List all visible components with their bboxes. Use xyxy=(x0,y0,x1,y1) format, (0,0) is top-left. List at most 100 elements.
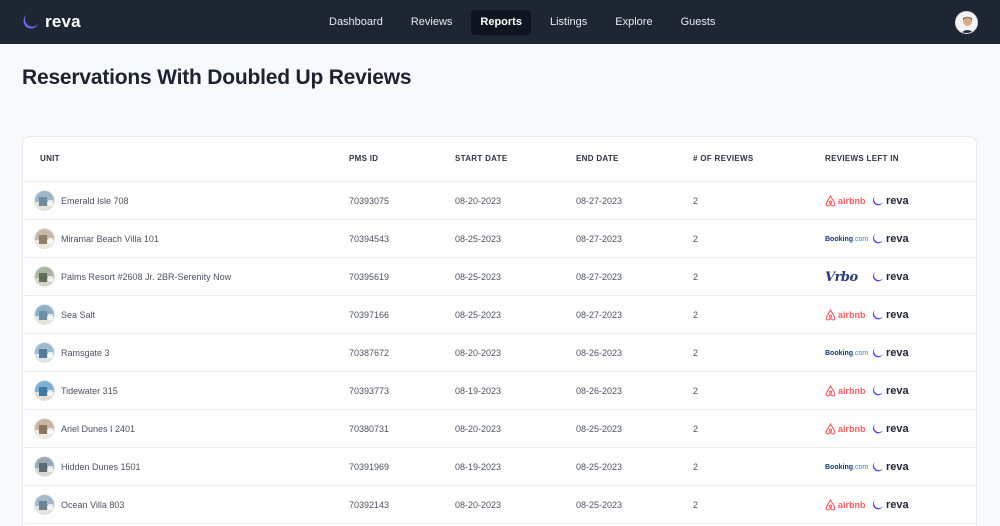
end-date: 08-26-2023 xyxy=(576,348,623,358)
top-navigation-bar: reva Dashboard Reviews Reports Listings … xyxy=(0,0,1000,44)
reva-logo: reva xyxy=(872,269,909,285)
start-date: 08-20-2023 xyxy=(455,500,502,510)
start-date: 08-19-2023 xyxy=(455,462,502,472)
end-date: 08-25-2023 xyxy=(576,500,623,510)
review-count: 2 xyxy=(693,386,699,396)
reva-logo: reva xyxy=(872,193,909,209)
unit-thumbnail xyxy=(34,456,55,477)
unit-thumbnail xyxy=(34,494,55,515)
table-header: UNIT PMS ID START DATE END DATE # OF REV… xyxy=(23,137,976,182)
pms-id: 70394543 xyxy=(349,234,390,244)
nav-guests[interactable]: Guests xyxy=(672,10,725,35)
start-date: 08-25-2023 xyxy=(455,234,502,244)
pms-id: 70393075 xyxy=(349,196,390,206)
column-header-num-reviews: # OF REVIEWS xyxy=(693,154,754,163)
table-row[interactable]: Miramar Beach Villa 101 70394543 08-25-202… xyxy=(23,220,976,258)
review-count: 2 xyxy=(693,310,699,320)
unit-thumbnail xyxy=(34,380,55,401)
column-header-start-date: START DATE xyxy=(455,154,508,163)
start-date: 08-20-2023 xyxy=(455,196,502,206)
pms-id: 70380731 xyxy=(349,424,390,434)
pms-id: 70393773 xyxy=(349,386,390,396)
review-count: 2 xyxy=(693,272,699,282)
end-date: 08-25-2023 xyxy=(576,424,623,434)
column-header-pms-id: PMS ID xyxy=(349,154,379,163)
nav-explore[interactable]: Explore xyxy=(606,10,661,35)
reva-logo-icon xyxy=(23,14,39,29)
unit-thumbnail xyxy=(34,342,55,363)
end-date: 08-27-2023 xyxy=(576,272,623,282)
reva-logo: reva xyxy=(872,497,909,513)
table-row[interactable]: Tidewater 315 70393773 08-19-2023 08-26-202… xyxy=(23,372,976,410)
unit-name: Emerald Isle 708 xyxy=(61,196,129,206)
pms-id: 70391969 xyxy=(349,462,390,472)
unit-name: Ariel Dunes I 2401 xyxy=(61,424,136,434)
unit-thumbnail xyxy=(34,228,55,249)
table-row[interactable]: Ramsgate 3 70387672 08-20-2023 08-26-2023 2 B… xyxy=(23,334,976,372)
table-row[interactable]: Ocean Villa 803 70392143 08-20-2023 08-25-2… xyxy=(23,486,976,524)
unit-name: Sea Salt xyxy=(61,310,96,320)
start-date: 08-25-2023 xyxy=(455,310,502,320)
user-avatar[interactable] xyxy=(955,11,978,34)
review-count: 2 xyxy=(693,196,699,206)
column-header-reviews-left-in: REVIEWS LEFT IN xyxy=(825,154,899,163)
start-date: 08-20-2023 xyxy=(455,348,502,358)
start-date: 08-19-2023 xyxy=(455,386,502,396)
unit-thumbnail xyxy=(34,190,55,211)
airbnb-logo: airbnb xyxy=(825,383,866,399)
unit-thumbnail xyxy=(34,266,55,287)
reva-logo: reva xyxy=(872,383,909,399)
table-row[interactable]: Sea Salt 70397166 08-25-2023 08-27-2023 2 air… xyxy=(23,296,976,334)
pms-id: 70387672 xyxy=(349,348,390,358)
unit-name: Ocean Villa 803 xyxy=(61,500,125,510)
review-count: 2 xyxy=(693,500,699,510)
nav-reports[interactable]: Reports xyxy=(471,10,531,35)
table-row[interactable]: Ariel Dunes I 2401 70380731 08-20-2023 08-2… xyxy=(23,410,976,448)
pms-id: 70392143 xyxy=(349,500,390,510)
airbnb-logo: airbnb xyxy=(825,193,866,209)
reva-logo: reva xyxy=(872,307,909,323)
nav-listings[interactable]: Listings xyxy=(541,10,596,35)
start-date: 08-25-2023 xyxy=(455,272,502,282)
reva-logo: reva xyxy=(872,231,909,247)
reva-logo[interactable]: reva xyxy=(22,11,81,33)
unit-name: Hidden Dunes 1501 xyxy=(61,462,141,472)
review-count: 2 xyxy=(693,462,699,472)
pms-id: 70397166 xyxy=(349,310,390,320)
reva-logo-text: reva xyxy=(45,12,81,31)
booking-logo: Booking.com xyxy=(825,235,869,243)
vrbo-logo: Vrbo xyxy=(825,269,858,285)
end-date: 08-25-2023 xyxy=(576,462,623,472)
unit-name: Tidewater 315 xyxy=(61,386,118,396)
nav-dashboard[interactable]: Dashboard xyxy=(320,10,392,35)
reva-logo: reva xyxy=(872,345,909,361)
end-date: 08-27-2023 xyxy=(576,310,623,320)
unit-thumbnail xyxy=(34,304,55,325)
column-header-end-date: END DATE xyxy=(576,154,619,163)
end-date: 08-27-2023 xyxy=(576,234,623,244)
reva-logo: reva xyxy=(872,459,909,475)
review-count: 2 xyxy=(693,234,699,244)
booking-logo: Booking.com xyxy=(825,349,869,357)
end-date: 08-26-2023 xyxy=(576,386,623,396)
airbnb-logo: airbnb xyxy=(825,497,866,513)
booking-logo: Booking.com xyxy=(825,463,869,471)
table-row[interactable]: Emerald Isle 708 70393075 08-20-2023 08-27-… xyxy=(23,182,976,220)
table-row[interactable]: Hidden Dunes 1501 70391969 08-19-2023 08-25… xyxy=(23,448,976,486)
start-date: 08-20-2023 xyxy=(455,424,502,434)
airbnb-logo: airbnb xyxy=(825,421,866,437)
user-avatar-icon xyxy=(956,12,977,33)
pms-id: 70395619 xyxy=(349,272,390,282)
unit-thumbnail xyxy=(34,418,55,439)
table-row[interactable]: Palms Resort #2608 Jr. 2BR-Serenity Now 7… xyxy=(23,258,976,296)
airbnb-logo: airbnb xyxy=(825,307,866,323)
review-count: 2 xyxy=(693,424,699,434)
column-header-unit: UNIT xyxy=(40,154,60,163)
unit-name: Miramar Beach Villa 101 xyxy=(61,234,159,244)
reservations-table: UNIT PMS ID START DATE END DATE # OF REV… xyxy=(22,136,977,526)
unit-name: Ramsgate 3 xyxy=(61,348,110,358)
end-date: 08-27-2023 xyxy=(576,196,623,206)
nav-reviews[interactable]: Reviews xyxy=(402,10,462,35)
page-title: Reservations With Doubled Up Reviews xyxy=(22,66,412,89)
main-nav: Dashboard Reviews Reports Listings Explo… xyxy=(320,10,734,35)
